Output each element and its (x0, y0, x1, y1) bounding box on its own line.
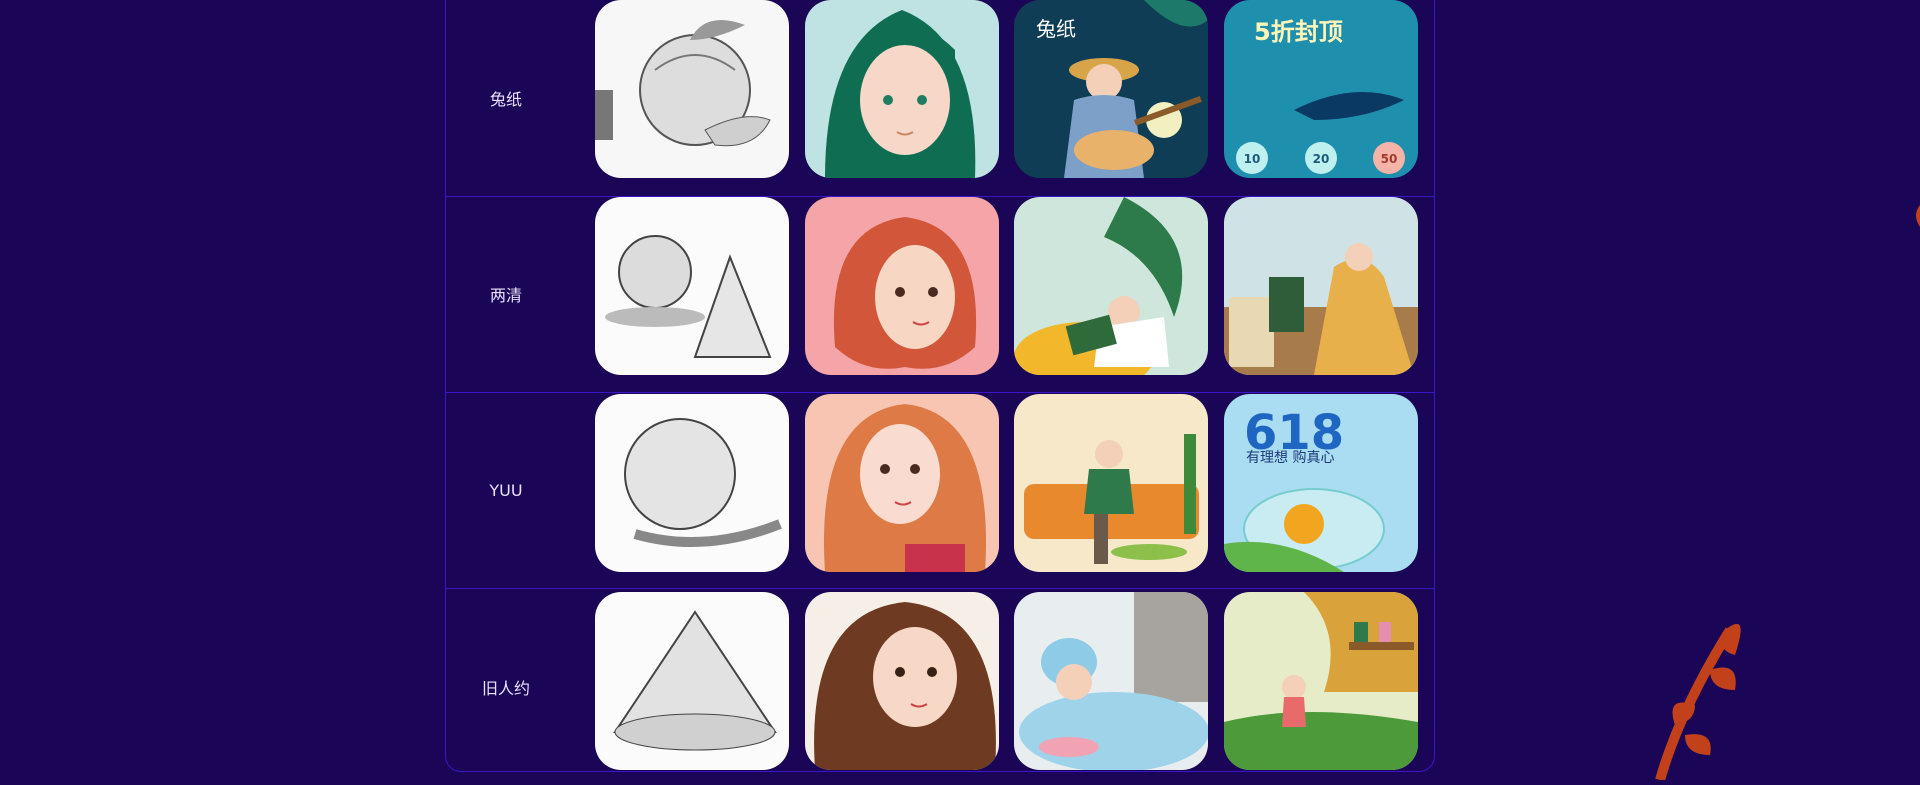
artwork-tile-red-hair-girl[interactable] (805, 197, 999, 375)
coupon-10: 10 (1244, 152, 1261, 166)
edge-decoration (1916, 205, 1920, 227)
artwork-tile-girl-cliff-shop[interactable] (1224, 592, 1418, 770)
artwork-tile-undersea-poster[interactable]: 5折封顶 10 20 50 (1224, 0, 1418, 178)
artist-name: 两清 (489, 286, 522, 305)
artist-name: YUU (489, 480, 523, 500)
artwork-tile-girl-reading[interactable] (1014, 197, 1208, 375)
scene-text: 兔纸 (1036, 17, 1076, 41)
artist-name: 兔纸 (489, 90, 522, 109)
artwork-tile-sphere-cone-sketch[interactable] (595, 197, 789, 375)
artist-name: 旧人约 (481, 678, 530, 698)
promo-slogan: 有理想 购真心 (1246, 450, 1334, 466)
poster-title: 5折封顶 (1254, 18, 1343, 46)
artwork-tile-orange-hair-girl[interactable] (805, 394, 999, 572)
artwork-tile-brown-hair-girl[interactable] (805, 592, 999, 770)
artwork-tile-girl-sofa[interactable] (1014, 394, 1208, 572)
artwork-tile-618-promo[interactable]: 618 有理想 购真心 (1224, 394, 1418, 572)
coupon-20: 20 (1313, 152, 1330, 166)
leaf-sprig-decoration (1655, 623, 1741, 780)
coupon-50: 50 (1381, 152, 1398, 166)
artwork-tile-cone-sketch[interactable] (595, 592, 789, 770)
artwork-tile-sphere-sketch[interactable] (595, 394, 789, 572)
artwork-tile-girl-guitar[interactable]: 兔纸 (1014, 0, 1208, 178)
artwork-tile-girl-bath[interactable] (1014, 592, 1208, 770)
artwork-tile-girl-golden-dress[interactable] (1224, 197, 1418, 375)
artwork-tile-pencil-fruit[interactable] (595, 0, 789, 178)
artwork-tile-green-hair-girl[interactable] (805, 0, 999, 178)
